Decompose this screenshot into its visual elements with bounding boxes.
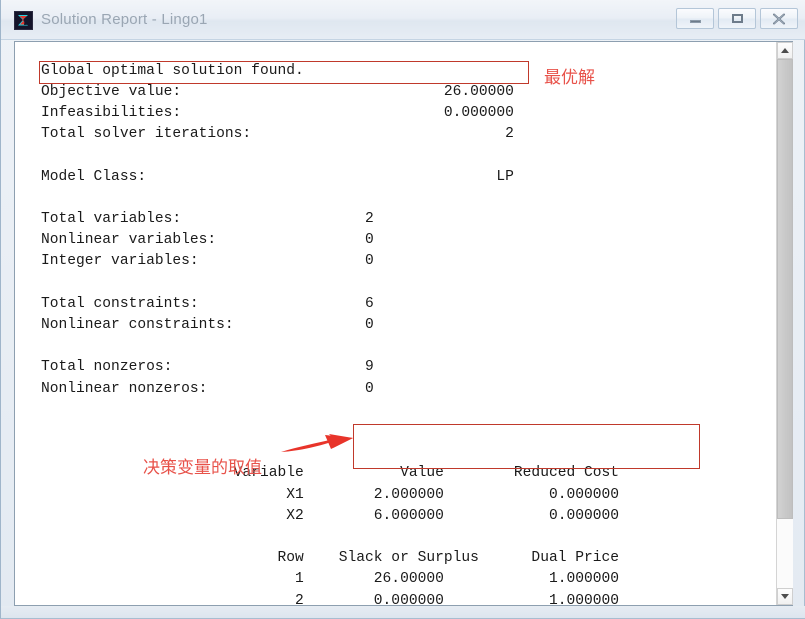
scrollbar-thumb[interactable] (777, 59, 793, 519)
title-bar[interactable]: Solution Report - Lingo1 (1, 0, 805, 40)
minimize-button[interactable] (676, 8, 714, 29)
scroll-down-button[interactable] (777, 588, 793, 605)
window-bottom-edge (1, 606, 805, 618)
maximize-icon (719, 9, 755, 28)
chevron-up-icon (781, 48, 789, 53)
window-title: Solution Report - Lingo1 (41, 11, 208, 28)
lingo-app-icon (14, 11, 33, 30)
report-client-area: Global optimal solution found. Objective… (14, 41, 793, 606)
caption-button-group (676, 8, 798, 29)
close-button[interactable] (760, 8, 798, 29)
optimal-solution-annotation: 最优解 (544, 68, 595, 88)
maximize-button[interactable] (718, 8, 756, 29)
report-text-pane[interactable]: Global optimal solution found. Objective… (15, 42, 777, 605)
chevron-down-icon (781, 594, 789, 599)
solution-report-text: Global optimal solution found. Objective… (41, 62, 620, 605)
decision-variable-annotation: 决策变量的取值 (143, 458, 262, 478)
solution-report-window: Solution Report - Lingo1 Global optimal … (0, 0, 805, 619)
minimize-icon (677, 9, 713, 28)
scrollbar-track[interactable] (777, 59, 793, 588)
close-icon (761, 9, 797, 28)
vertical-scrollbar[interactable] (776, 42, 793, 605)
scroll-up-button[interactable] (777, 42, 793, 59)
